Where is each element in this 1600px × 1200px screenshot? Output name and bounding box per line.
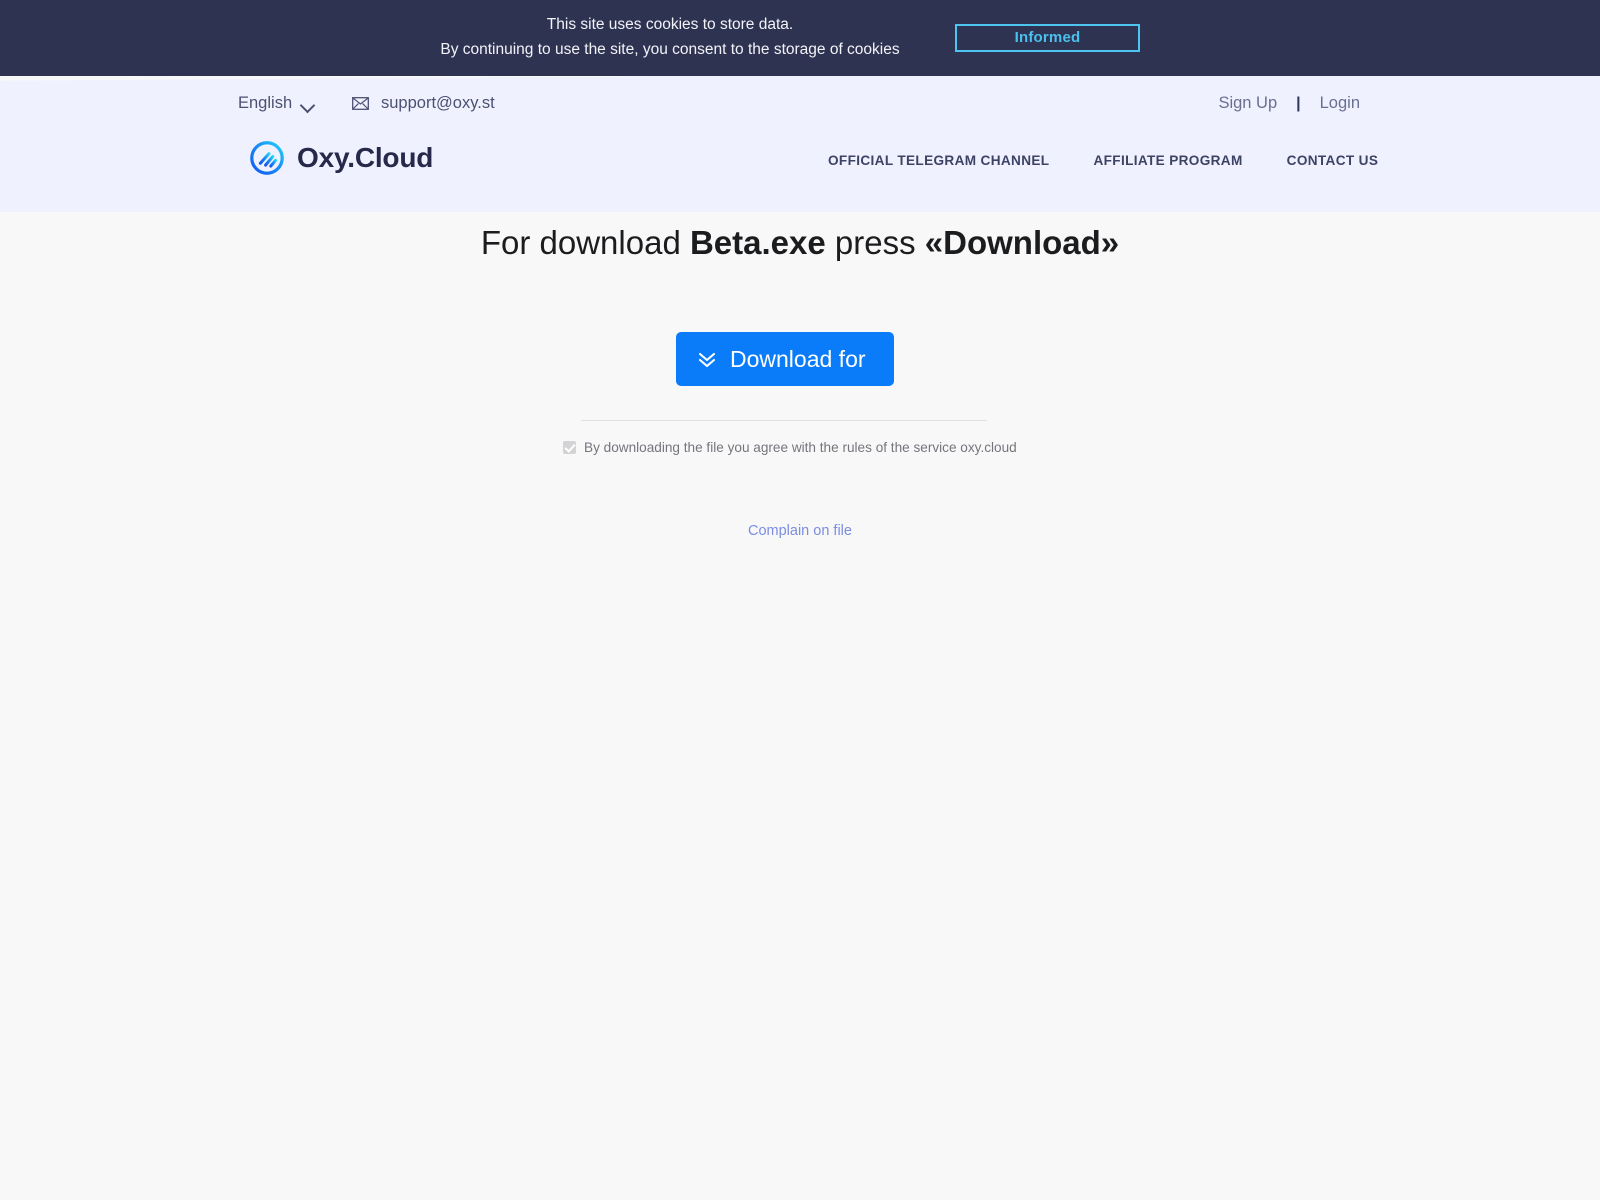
agreement-label: By downloading the file you agree with t… (584, 440, 1017, 455)
support-email-link[interactable]: support@oxy.st (352, 94, 495, 113)
oxy-cloud-logo-icon (250, 141, 284, 175)
main-navigation: OFFICIAL TELEGRAM CHANNEL AFFILIATE PROG… (828, 153, 1378, 168)
login-link[interactable]: Login (1320, 94, 1360, 113)
chevron-down-icon (301, 100, 314, 108)
page-title-action: «Download» (924, 224, 1120, 261)
cookie-message-line-2: By continuing to use the site, you conse… (440, 41, 900, 58)
site-logo[interactable]: Oxy.Cloud (248, 139, 433, 177)
site-header: English support@oxy.st Sign Up | Login O… (0, 76, 1600, 212)
logo-text: Oxy.Cloud (297, 142, 434, 173)
nav-item-affiliate-program[interactable]: AFFILIATE PROGRAM (1093, 153, 1242, 168)
support-email-text: support@oxy.st (381, 94, 495, 112)
auth-separator: | (1296, 94, 1301, 112)
page-title-filename: Beta.exe (689, 224, 826, 261)
language-selector-label: English (238, 94, 293, 112)
agreement-row: By downloading the file you agree with t… (563, 440, 1017, 455)
nav-item-contact-us[interactable]: CONTACT US (1287, 153, 1379, 168)
page-title-prefix: For download (480, 224, 690, 261)
double-chevron-down-icon (698, 352, 716, 368)
agreement-checkbox[interactable] (563, 441, 576, 454)
page-title: For download Beta.exe press «Download» (0, 222, 1600, 264)
page-title-middle: press (825, 224, 925, 261)
cookie-message: This site uses cookies to store data. By… (420, 12, 920, 62)
content-divider (581, 420, 987, 421)
nav-item-telegram-channel[interactable]: OFFICIAL TELEGRAM CHANNEL (828, 153, 1049, 168)
cookie-message-line-1: This site uses cookies to store data. (546, 16, 794, 33)
sign-up-link[interactable]: Sign Up (1218, 94, 1277, 113)
cookie-informed-button[interactable]: Informed (955, 24, 1140, 52)
auth-links: Sign Up | Login (1218, 94, 1360, 113)
language-selector[interactable]: English (238, 94, 314, 113)
download-button[interactable]: Download for (676, 332, 894, 386)
download-button-label: Download for (730, 345, 866, 372)
cookie-consent-banner: This site uses cookies to store data. By… (0, 0, 1600, 76)
complain-on-file-link[interactable]: Complain on file (0, 523, 1600, 539)
envelope-icon (352, 97, 369, 110)
